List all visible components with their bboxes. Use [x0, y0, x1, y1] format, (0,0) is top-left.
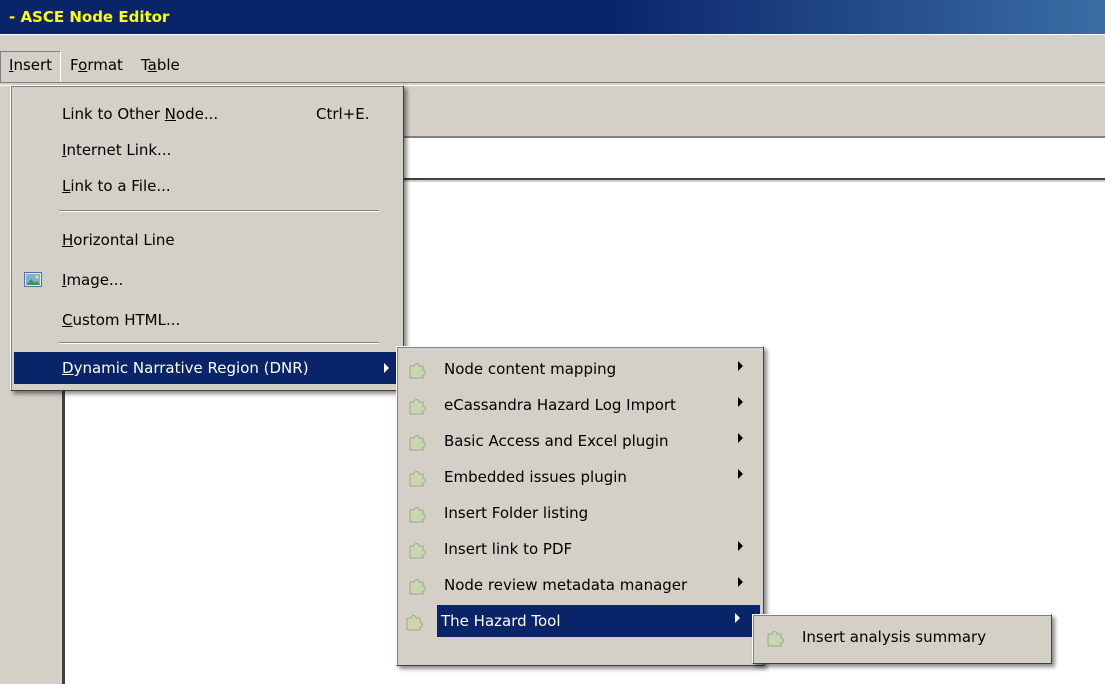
dnr-menu-item[interactable]: Node review metadata manager [400, 569, 760, 601]
menu-table[interactable]: Table [132, 51, 189, 83]
label-post: mage... [66, 271, 124, 289]
dnr-menu-item[interactable]: Insert link to PDF [400, 533, 760, 565]
menu-insert-label: nsert [13, 56, 53, 74]
menu-separator [59, 342, 379, 344]
menu-item-label: Insert analysis summary [802, 628, 987, 646]
menu-item-label: Insert Folder listing [444, 504, 589, 522]
hazard-tool-submenu: Insert analysis summary [752, 614, 1052, 664]
puzzle-plugin-icon [767, 631, 784, 647]
menu-item-label: Dynamic Narrative Region (DNR) [62, 352, 309, 384]
shortcut-label: Ctrl+E. [316, 105, 370, 123]
menu-table-label: ble [156, 56, 180, 74]
dnr-menu-item[interactable]: Basic Access and Excel plugin [400, 425, 760, 457]
label-post: ustom HTML... [72, 311, 181, 329]
menu-item-label: Custom HTML... [62, 304, 180, 336]
menu-item-link-to-other-node[interactable]: Link to Other Node... Ctrl+E. [14, 98, 400, 130]
dnr-submenu: Node content mapping eCassandra Hazard Lo… [396, 346, 764, 666]
puzzle-plugin-icon [406, 615, 423, 631]
menu-item-label: Horizontal Line [62, 224, 175, 256]
menu-item-label: Link to Other Node... [62, 98, 218, 130]
menu-format-label: rmat [87, 56, 123, 74]
label-post: orizontal Line [73, 231, 175, 249]
chevron-right-icon [735, 613, 740, 623]
menu-item-label: Basic Access and Excel plugin [444, 432, 669, 450]
menu-item-label: Image... [62, 264, 123, 296]
menu-item-label: The Hazard Tool [441, 612, 561, 630]
label-mnemonic: H [62, 231, 74, 249]
menu-item-label: Insert link to PDF [444, 540, 573, 558]
chevron-right-icon [738, 469, 743, 479]
label-mnemonic: D [62, 359, 74, 377]
label-post: ink to a File... [70, 177, 171, 195]
label-post: ynamic Narrative Region (DNR) [73, 359, 309, 377]
dnr-menu-item[interactable]: eCassandra Hazard Log Import [400, 389, 760, 421]
menu-item-internet-link[interactable]: Internet Link... [14, 134, 400, 166]
menu-format[interactable]: Format [61, 51, 132, 83]
label-post: ode... [175, 105, 219, 123]
menu-item-label: Node review metadata manager [444, 576, 688, 594]
dnr-menu-item[interactable]: The Hazard Tool [406, 605, 760, 637]
title-bar: - ASCE Node Editor [0, 0, 1105, 34]
puzzle-plugin-icon [409, 435, 426, 451]
menu-format-label-pre: F [70, 56, 79, 74]
insert-menu: Link to Other Node... Ctrl+E. Internet L… [10, 85, 404, 391]
chevron-right-icon [738, 397, 743, 407]
menu-item-label: Embedded issues plugin [444, 468, 627, 486]
puzzle-plugin-icon [409, 579, 426, 595]
label-mnemonic: N [164, 105, 176, 123]
menu-item-label: Internet Link... [62, 134, 171, 166]
label-post: nternet Link... [66, 141, 172, 159]
puzzle-plugin-icon [409, 471, 426, 487]
menu-table-label-pre: T [140, 56, 148, 74]
window-title: - ASCE Node Editor [9, 8, 170, 26]
menu-item-label: Link to a File... [62, 170, 171, 202]
image-icon [24, 272, 42, 287]
menu-item-image[interactable]: Image... [14, 264, 400, 296]
dnr-menu-item[interactable]: Node content mapping [400, 353, 760, 385]
menu-item-label: Node content mapping [444, 360, 617, 378]
chevron-right-icon [738, 433, 743, 443]
chevron-right-icon [384, 363, 389, 373]
puzzle-plugin-icon [409, 363, 426, 379]
menu-item-insert-analysis-summary[interactable]: Insert analysis summary [756, 621, 1048, 653]
menu-table-mnemonic: a [147, 56, 157, 74]
menu-bar: Insert Format Table [0, 34, 1105, 86]
label-pre: Link to Other [62, 105, 165, 123]
menu-item-custom-html[interactable]: Custom HTML... [14, 304, 400, 336]
dnr-menu-item[interactable]: Insert Folder listing [400, 497, 760, 529]
menu-item-link-to-file[interactable]: Link to a File... [14, 170, 400, 202]
dnr-menu-item[interactable]: Embedded issues plugin [400, 461, 760, 493]
chevron-right-icon [738, 361, 743, 371]
editor-title-field[interactable] [402, 136, 1105, 180]
menu-separator [59, 210, 379, 212]
puzzle-plugin-icon [409, 399, 426, 415]
puzzle-plugin-icon [409, 507, 426, 523]
menu-insert[interactable]: Insert [0, 51, 62, 83]
menu-item-horizontal-line[interactable]: Horizontal Line [14, 224, 400, 256]
menu-item-dynamic-narrative-region[interactable]: Dynamic Narrative Region (DNR) [14, 352, 400, 384]
chevron-right-icon [738, 541, 743, 551]
label-mnemonic: C [62, 311, 73, 329]
menu-format-mnemonic: o [78, 56, 88, 74]
chevron-right-icon [738, 577, 743, 587]
menu-item-label: eCassandra Hazard Log Import [444, 396, 676, 414]
puzzle-plugin-icon [409, 543, 426, 559]
